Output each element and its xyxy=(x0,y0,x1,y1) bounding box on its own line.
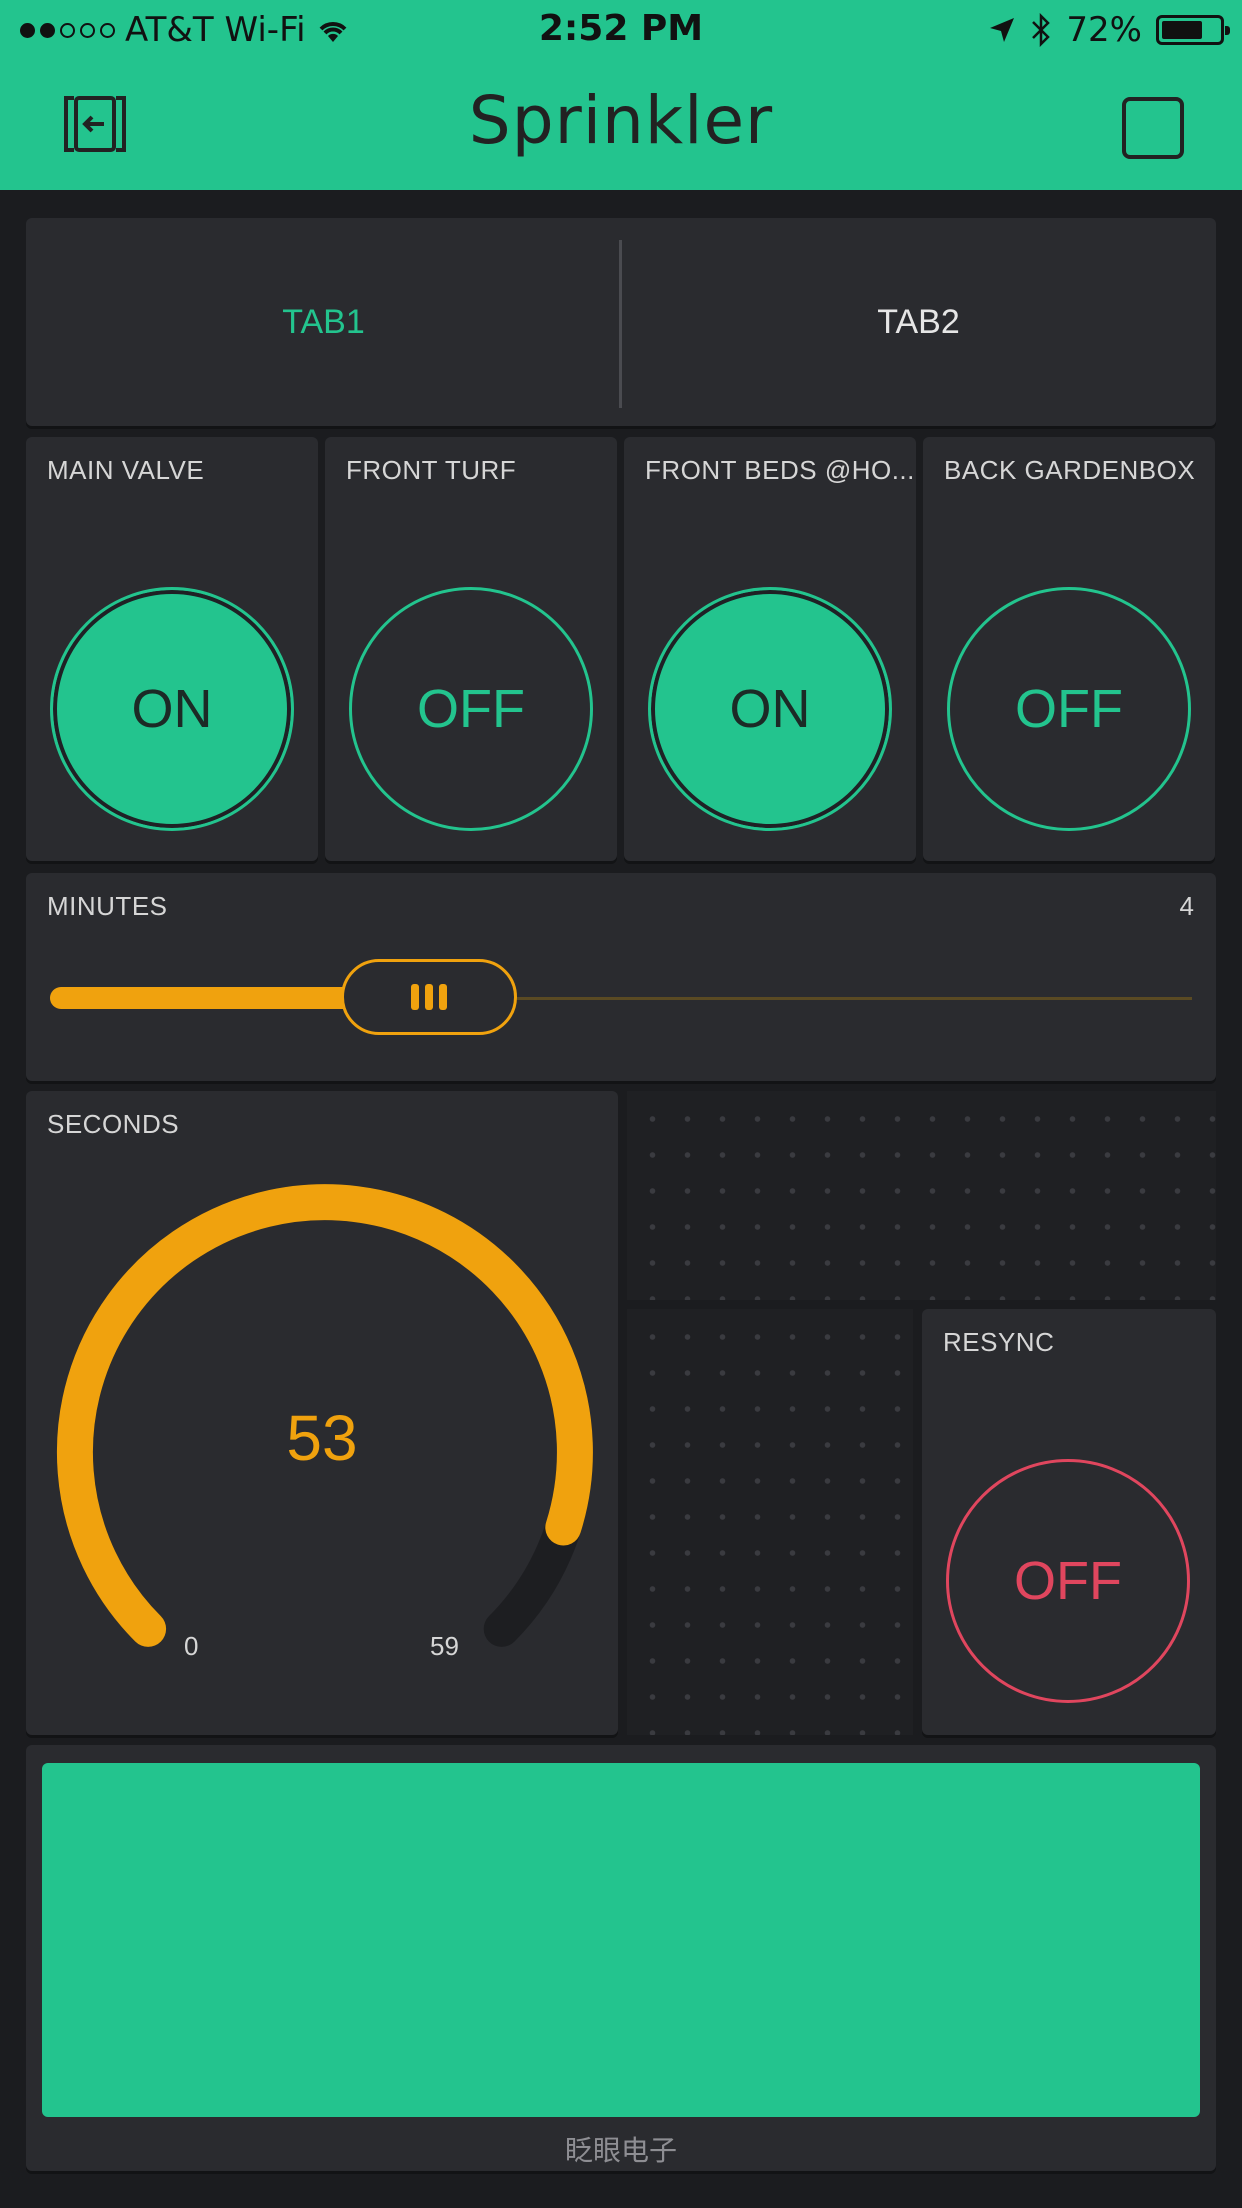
widget-label: MINUTES xyxy=(47,891,168,921)
tab-2[interactable]: TAB2 xyxy=(621,218,1216,426)
app-header: Sprinkler xyxy=(0,62,1242,190)
main-valve-widget: MAIN VALVE ON xyxy=(26,437,318,861)
back-gardenbox-widget: BACK GARDENBOX OFF xyxy=(923,437,1215,861)
status-bar: AT&T Wi-Fi 2:52 PM 72% xyxy=(0,0,1242,62)
battery-percent: 72% xyxy=(1066,10,1142,50)
gauge-max-label: 59 xyxy=(430,1631,459,1661)
slider-thumb[interactable] xyxy=(341,959,517,1035)
gauge-min-label: 0 xyxy=(184,1631,199,1661)
bluetooth-icon xyxy=(1032,13,1051,47)
minutes-slider-widget: MINUTES 4 xyxy=(26,873,1216,1081)
front-beds-widget: FRONT BEDS @HO... ON xyxy=(624,437,916,861)
display-caption: 眨眼电子 xyxy=(564,2134,677,2167)
empty-grid-area xyxy=(627,1091,1216,1300)
widget-label: FRONT BEDS @HO... xyxy=(645,455,915,485)
front-turf-widget: FRONT TURF OFF xyxy=(325,437,617,861)
main-valve-button[interactable]: ON xyxy=(50,587,294,831)
gauge-value: 53 xyxy=(286,1402,358,1474)
tab-1[interactable]: TAB1 xyxy=(26,218,621,426)
location-arrow-icon xyxy=(990,18,1015,42)
widget-label: RESYNC xyxy=(943,1327,1055,1357)
resync-widget: RESYNC OFF xyxy=(922,1309,1216,1735)
slider-value: 4 xyxy=(1179,891,1194,921)
seconds-gauge-widget: SECONDS 53 0 59 xyxy=(26,1091,618,1735)
empty-grid-area xyxy=(627,1309,913,1735)
widget-label: MAIN VALVE xyxy=(47,455,205,485)
stop-button[interactable] xyxy=(1122,97,1184,159)
slider-fill xyxy=(50,987,380,1009)
battery-icon xyxy=(1156,15,1230,45)
widget-label: FRONT TURF xyxy=(346,455,517,485)
front-turf-button[interactable]: OFF xyxy=(349,587,593,831)
back-gardenbox-button[interactable]: OFF xyxy=(947,587,1191,831)
resync-button[interactable]: OFF xyxy=(946,1459,1190,1703)
display-screen xyxy=(42,1763,1200,2117)
display-widget: 眨眼电子 xyxy=(26,1745,1216,2171)
front-beds-button[interactable]: ON xyxy=(648,587,892,831)
tabs-widget: TAB1 TAB2 xyxy=(26,218,1216,426)
page-title: Sprinkler xyxy=(468,82,774,159)
widget-label: BACK GARDENBOX xyxy=(944,455,1196,485)
